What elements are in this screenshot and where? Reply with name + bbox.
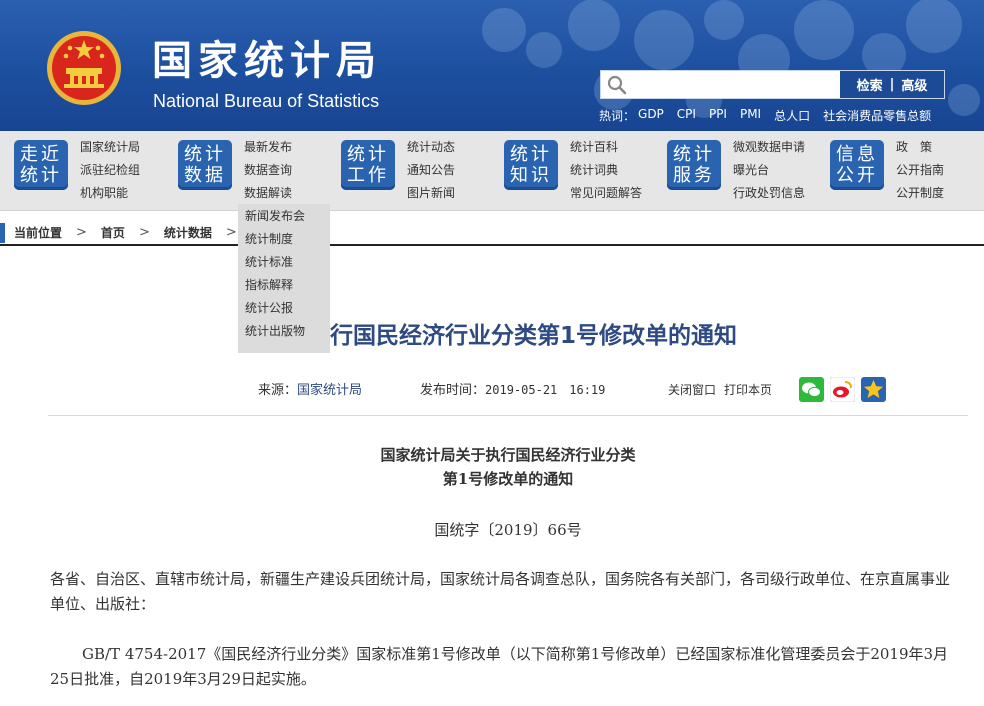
wechat-icon[interactable] (799, 377, 824, 402)
dropdown-item[interactable]: 统计出版物 (238, 320, 330, 343)
nav-link[interactable]: 通知公告 (407, 160, 455, 183)
hot-word-link[interactable]: CPI (677, 107, 696, 124)
nav-links-knowledge: 统计百科 统计词典 常见问题解答 (570, 137, 642, 206)
weibo-icon[interactable] (829, 376, 856, 403)
source-link[interactable]: 国家统计局 (297, 383, 362, 398)
dropdown-item[interactable]: 统计制度 (238, 228, 330, 251)
search-input[interactable] (631, 71, 841, 98)
content-divider (48, 415, 968, 416)
nav-link[interactable]: 国家统计局 (80, 137, 140, 160)
nav-link[interactable]: 统计动态 (407, 137, 455, 160)
nav-badge-about[interactable]: 走近统计 (14, 140, 68, 190)
print-page-button[interactable]: 打印本页 (724, 381, 772, 398)
nav-link[interactable]: 数据查询 (244, 160, 292, 183)
nav-badge-data[interactable]: 统计数据 (178, 140, 232, 190)
article-source: 来源：国家统计局 (258, 379, 362, 398)
nav-link[interactable]: 数据解读 (244, 183, 292, 206)
hot-word-link[interactable]: 社会消费品零售总额 (823, 107, 931, 124)
nav-badge-service[interactable]: 统计服务 (667, 140, 721, 190)
dropdown-item[interactable]: 统计标准 (238, 251, 330, 274)
breadcrumb-statistics-data[interactable]: 统计数据 (164, 224, 212, 241)
nav-link[interactable]: 派驻纪检组 (80, 160, 140, 183)
site-subtitle: National Bureau of Statistics (153, 91, 380, 111)
breadcrumb-items: 当前位置 > 首页 > 统计数据 > (14, 224, 251, 241)
button-separator: | (889, 77, 895, 92)
publish-time-label: 发布时间： (420, 383, 486, 398)
body-paragraph: 各省、自治区、直辖市统计局，新疆生产建设兵团统计局，国家统计局各调查总队，国务院… (50, 570, 951, 613)
article-title: 行国民经济行业分类第1号修改单的通知 (330, 323, 738, 349)
document-heading-line1: 国家统计局关于执行国民经济行业分类 (380, 446, 636, 464)
breadcrumb-current-label: 当前位置 (14, 226, 63, 240)
dropdown-item[interactable]: 指标解释 (238, 274, 330, 297)
hot-word-link[interactable]: PMI (740, 107, 761, 124)
main-navigation: 走近统计 国家统计局 派驻纪检组 机构职能 统计数据 最新发布 数据查询 数据解… (0, 131, 984, 211)
chevron-right-icon: > (76, 225, 87, 240)
hot-words-label: 热词： (599, 109, 636, 123)
nav-link[interactable]: 行政处罚信息 (733, 183, 805, 206)
chevron-right-icon: > (225, 225, 237, 240)
nav-link[interactable]: 微观数据申请 (733, 137, 805, 160)
nav-badge-knowledge[interactable]: 统计知识 (504, 140, 558, 190)
nav-link[interactable]: 公开制度 (896, 183, 944, 206)
hot-word-link[interactable]: 总人口 (774, 107, 810, 124)
nav-link[interactable]: 常见问题解答 (570, 183, 642, 206)
hot-word-link[interactable]: PPI (709, 107, 727, 124)
nav-links-disclosure: 政 策 公开指南 公开制度 (896, 137, 944, 206)
article-publish-time: 发布时间：2019-05-21 16:19 (420, 379, 605, 398)
nav-links-service: 微观数据申请 曝光台 行政处罚信息 (733, 137, 805, 206)
nav-link[interactable]: 公开指南 (896, 160, 944, 183)
chevron-right-icon: > (138, 225, 150, 240)
nav-links-about: 国家统计局 派驻纪检组 机构职能 (80, 137, 140, 206)
nav-badge-disclosure[interactable]: 信息公开 (830, 140, 884, 190)
nav-link[interactable]: 统计词典 (570, 160, 642, 183)
dropdown-item[interactable]: 统计公报 (238, 297, 330, 320)
national-emblem-icon (47, 31, 121, 105)
publish-time-value: 2019-05-21 16:19 (485, 383, 606, 397)
favorite-star-icon[interactable] (861, 377, 886, 402)
site-header: 国家统计局 National Bureau of Statistics 检索 |… (0, 0, 984, 131)
share-icons (799, 376, 886, 403)
search-button[interactable]: 检索 (857, 75, 883, 94)
nav-dropdown-menu: 新闻发布会 统计制度 统计标准 指标解释 统计公报 统计出版物 (238, 204, 330, 353)
nav-link[interactable]: 最新发布 (244, 137, 292, 160)
close-window-button[interactable]: 关闭窗口 (668, 381, 716, 398)
nav-link[interactable]: 曝光台 (733, 160, 805, 183)
document-heading-line2: 第1号修改单的通知 (442, 470, 574, 488)
source-label: 来源： (258, 383, 298, 398)
site-title: 国家统计局 (152, 37, 382, 84)
nav-links-data: 最新发布 数据查询 数据解读 (244, 137, 292, 206)
breadcrumb-marker (0, 223, 5, 243)
document-number: 国统字〔2019〕66号 (434, 521, 582, 539)
nav-badge-work[interactable]: 统计工作 (341, 140, 395, 190)
search-box: 检索 | 高级 (600, 70, 945, 99)
search-icon (607, 75, 627, 95)
nav-link[interactable]: 机构职能 (80, 183, 140, 206)
article-actions: 关闭窗口 打印本页 (668, 381, 772, 398)
dropdown-item[interactable]: 新闻发布会 (238, 205, 330, 228)
breadcrumb-home[interactable]: 首页 (101, 224, 125, 241)
breadcrumb: 当前位置 > 首页 > 统计数据 > (0, 221, 984, 246)
nav-link[interactable]: 图片新闻 (407, 183, 455, 206)
hot-word-link[interactable]: GDP (638, 107, 664, 124)
document-heading: 国家统计局关于执行国民经济行业分类 第1号修改单的通知 (48, 443, 968, 491)
body-paragraph: GB/T 4754-2017《国民经济行业分类》国家标准第1号修改单（以下简称第… (50, 645, 949, 688)
nav-link[interactable]: 政 策 (896, 137, 944, 160)
advanced-search-button[interactable]: 高级 (901, 75, 927, 94)
hot-words: 热词： GDP CPI PPI PMI 总人口 社会消费品零售总额 (599, 107, 931, 124)
nav-links-work: 统计动态 通知公告 图片新闻 (407, 137, 455, 206)
search-buttons: 检索 | 高级 (840, 71, 944, 98)
nav-link[interactable]: 统计百科 (570, 137, 642, 160)
